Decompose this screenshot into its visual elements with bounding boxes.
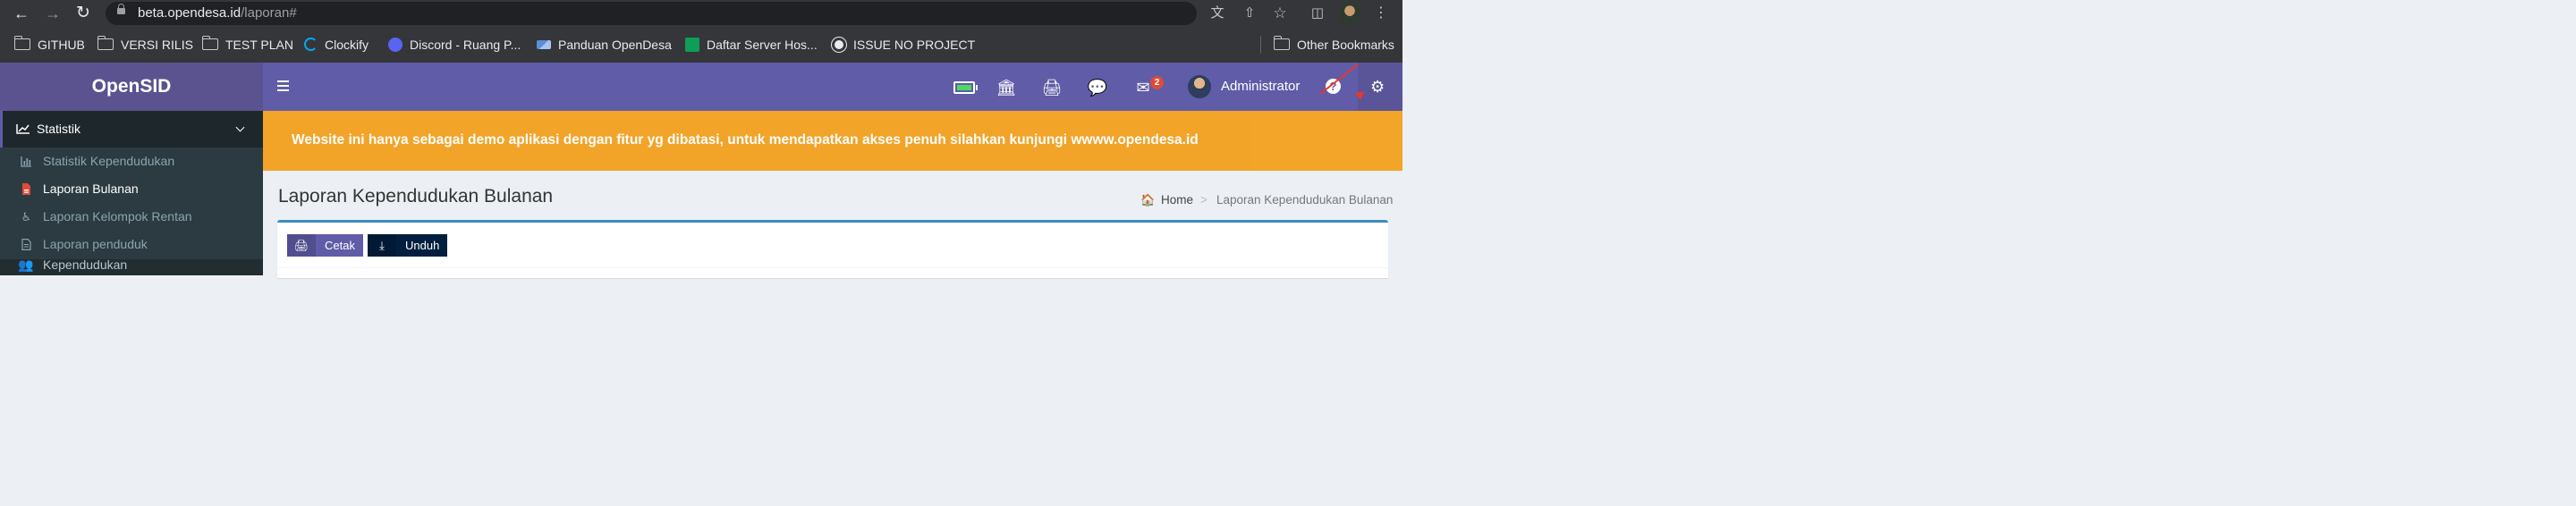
folder-icon [13,36,30,51]
sidebar-item-statistik-kependudukan[interactable]: Statistik Kependudukan [0,148,263,175]
page-title: Laporan Kependudukan Bulanan [278,186,554,207]
bookmark-discord[interactable]: Discord - Ruang P... [388,27,521,63]
bar-chart-icon [21,156,31,167]
sidebar-item-laporan-kelompok-rentan[interactable]: ♿ Laporan Kelompok Rentan [0,203,263,231]
breadcrumb-current: Laporan Kependudukan Bulanan [1216,193,1394,207]
sidebar-toggle-icon[interactable] [277,80,289,91]
line-chart-icon [16,124,30,134]
users-icon: 👥 [18,257,34,272]
sidebar-section-kependudukan[interactable]: 👥 Kependudukan [0,257,263,275]
address-bar[interactable]: beta.opendesa.id/laporan# [106,2,1197,25]
sheets-icon [685,37,699,52]
bookmark-github[interactable]: GITHUB [13,27,85,63]
document-icon [21,239,31,250]
bookmark-daftar-server[interactable]: Daftar Server Hos... [685,27,818,63]
translate-icon[interactable]: 文 [1208,4,1227,23]
opendesa-icon [537,39,551,49]
download-icon: ⤓ [368,234,396,257]
bookmarks-bar: GITHUB VERSI RILIS TEST PLAN Clockify Di… [0,27,1402,63]
bookmark-clockify[interactable]: Clockify [304,27,369,63]
breadcrumb-separator: > [1200,193,1208,207]
bookmark-issue-no-project[interactable]: ISSUE NO PROJECT [832,27,975,63]
printer-icon[interactable]: 🖨 [1041,78,1063,97]
sidebar: Statistik Statistik Kependudukan Laporan… [0,111,263,275]
url-host: beta.opendesa.id [138,5,242,21]
github-icon [832,37,846,52]
sidebar-submenu: Statistik Kependudukan Laporan Bulanan ♿… [0,148,263,259]
sidebar-section-statistik[interactable]: Statistik [0,111,263,148]
reload-icon[interactable]: ↻ [72,3,94,24]
sidebar-item-laporan-bulanan[interactable]: Laporan Bulanan [0,175,263,203]
url-path: /laporan# [241,5,297,21]
lock-icon [117,4,125,14]
user-avatar[interactable] [1188,75,1211,98]
bank-icon[interactable]: 🏛 [996,78,1017,97]
breadcrumb-home[interactable]: Home [1161,192,1193,208]
demo-notice-banner: Website ini hanya sebagai demo aplikasi … [263,111,1402,171]
user-name[interactable]: Administrator [1221,78,1300,96]
folder-icon [201,36,218,51]
browser-toolbar: ← → ↻ beta.opendesa.id/laporan# 文 ⇧ ☆ ◫ … [0,0,1402,27]
chevron-down-icon [235,122,245,132]
bookmark-other-bookmarks[interactable]: Other Bookmarks [1273,27,1394,63]
folder-icon [1273,36,1290,51]
chat-icon[interactable]: 💬 [1087,78,1108,97]
bookmark-star-icon[interactable]: ☆ [1270,4,1290,23]
home-icon[interactable]: 🏠 [1140,192,1155,208]
share-icon[interactable]: ⇧ [1240,4,1259,23]
report-box: 🖨 Cetak ⤓ Unduh [277,220,1388,278]
profile-avatar[interactable] [1339,3,1360,24]
download-button[interactable]: ⤓ Unduh [368,234,447,257]
browser-menu-icon[interactable]: ⋮ [1371,4,1391,23]
sidebar-section-label: Statistik [37,122,81,136]
gear-icon[interactable]: ⚙ [1370,78,1385,96]
bookmarks-separator [1260,36,1261,54]
print-button[interactable]: 🖨 Cetak [287,234,363,257]
bookmark-versi-rilis[interactable]: VERSI RILIS [97,27,193,63]
pdf-file-icon [22,183,30,195]
side-panel-icon[interactable]: ◫ [1308,4,1327,23]
bookmark-test-plan[interactable]: TEST PLAN [201,27,293,63]
discord-icon [388,37,402,52]
demo-notice-text: Website ini hanya sebagai demo aplikasi … [292,132,1199,148]
wheelchair-icon: ♿ [21,210,32,223]
folder-icon [97,36,114,51]
box-divider [277,267,1388,268]
clockify-icon [304,38,318,52]
back-arrow-icon[interactable]: ← [11,3,32,24]
bookmark-panduan-opendesa[interactable]: Panduan OpenDesa [537,27,672,63]
sidebar-item-laporan-penduduk[interactable]: Laporan penduduk [0,231,263,258]
mail-count-badge: 2 [1150,76,1164,89]
top-navbar: 🏛 🖨 💬 ✉ 2 Administrator ? ⚙ [263,63,1402,111]
forward-arrow-icon[interactable]: → [42,3,64,24]
battery-icon[interactable] [953,81,978,94]
printer-icon: 🖨 [287,234,316,257]
app-logo[interactable]: OpenSID [0,63,263,111]
